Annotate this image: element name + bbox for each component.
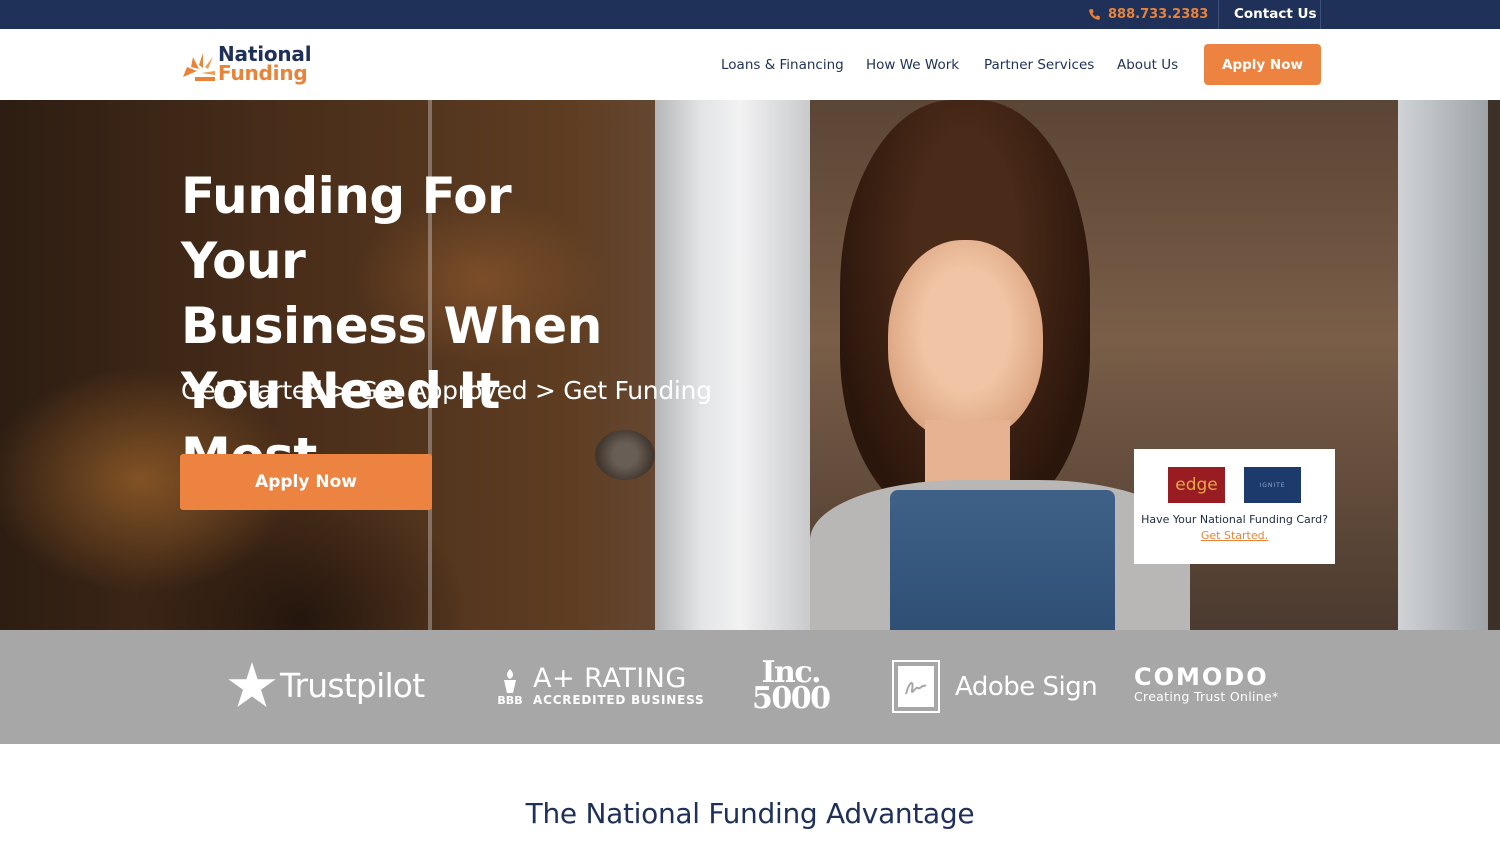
hero-headline-line: Business When xyxy=(181,297,602,355)
hero-apply-now-button[interactable]: Apply Now xyxy=(180,454,432,510)
divider xyxy=(1218,0,1219,29)
nav-loans-financing[interactable]: Loans & Financing xyxy=(721,29,844,100)
divider xyxy=(1320,0,1321,29)
nav-partner-services[interactable]: Partner Services xyxy=(984,29,1094,100)
comodo-tagline: Creating Trust Online* xyxy=(1134,689,1279,704)
funding-card-promo: edge IGNITE Have Your National Funding C… xyxy=(1134,449,1335,564)
trustpilot-label: Trustpilot xyxy=(280,665,425,705)
door-frame-right xyxy=(1398,100,1488,630)
card-get-started-link[interactable]: Get Started. xyxy=(1201,529,1268,542)
nav-about-us[interactable]: About Us xyxy=(1117,29,1178,100)
phone-number: 888.733.2383 xyxy=(1108,7,1209,22)
bbb-rating-badge: BBB A+ RATING ACCREDITED BUSINESS xyxy=(495,663,705,708)
door-frame xyxy=(655,100,810,630)
woman-face xyxy=(888,240,1043,440)
adobe-sign-badge: Adobe Sign xyxy=(892,660,1098,713)
inc-5000-badge: Inc. 5000 xyxy=(752,658,831,716)
inc-5000-label: 5000 xyxy=(752,681,831,716)
national-funding-logo[interactable]: National Funding xyxy=(181,43,321,87)
card-promo-text: Have Your National Funding Card? Get Sta… xyxy=(1134,512,1335,544)
trustpilot-badge: Trustpilot xyxy=(228,662,425,708)
hero-headline-line: Funding For Your xyxy=(181,167,512,290)
bbb-mark: BBB xyxy=(497,693,523,707)
bbb-logo: BBB xyxy=(495,667,525,706)
contact-us-link[interactable]: Contact Us xyxy=(1234,0,1317,29)
sunburst-logo-icon xyxy=(183,53,215,81)
header-apply-now-button[interactable]: Apply Now xyxy=(1204,44,1321,85)
section-title: The National Funding Advantage xyxy=(525,797,975,830)
top-utility-bar: 888.733.2383 Contact Us xyxy=(0,0,1500,29)
comodo-badge: COMODO Creating Trust Online* xyxy=(1134,665,1279,704)
bbb-rating-label: A+ RATING xyxy=(533,663,687,694)
edge-card-image: edge xyxy=(1168,467,1225,503)
phone-link[interactable]: 888.733.2383 xyxy=(1088,0,1208,29)
nav-how-we-work[interactable]: How We Work xyxy=(866,29,959,100)
phone-icon xyxy=(1089,9,1100,20)
logo-word-funding: Funding xyxy=(218,61,308,85)
main-header: National Funding Loans & Financing How W… xyxy=(0,29,1500,100)
ignite-card-image: IGNITE xyxy=(1244,467,1301,503)
card-promo-message: Have Your National Funding Card? xyxy=(1141,513,1328,526)
comodo-label: COMODO xyxy=(1134,663,1269,691)
adobe-sign-icon xyxy=(892,660,940,713)
hero-banner: Funding For Your Business When You Need … xyxy=(0,100,1500,630)
hero-steps-text: Get Started > Get Approved > Get Funding xyxy=(181,376,712,405)
bbb-torch-icon xyxy=(504,668,516,693)
adobe-sign-label: Adobe Sign xyxy=(955,671,1098,702)
woman-apron xyxy=(890,490,1115,630)
bbb-accredited-label: ACCREDITED BUSINESS xyxy=(533,693,705,707)
trustpilot-star-icon xyxy=(228,662,276,707)
trust-badges-bar: Trustpilot BBB A+ RATING ACCREDITED BUSI… xyxy=(0,630,1500,744)
hero-headline: Funding For Your Business When You Need … xyxy=(181,164,641,489)
